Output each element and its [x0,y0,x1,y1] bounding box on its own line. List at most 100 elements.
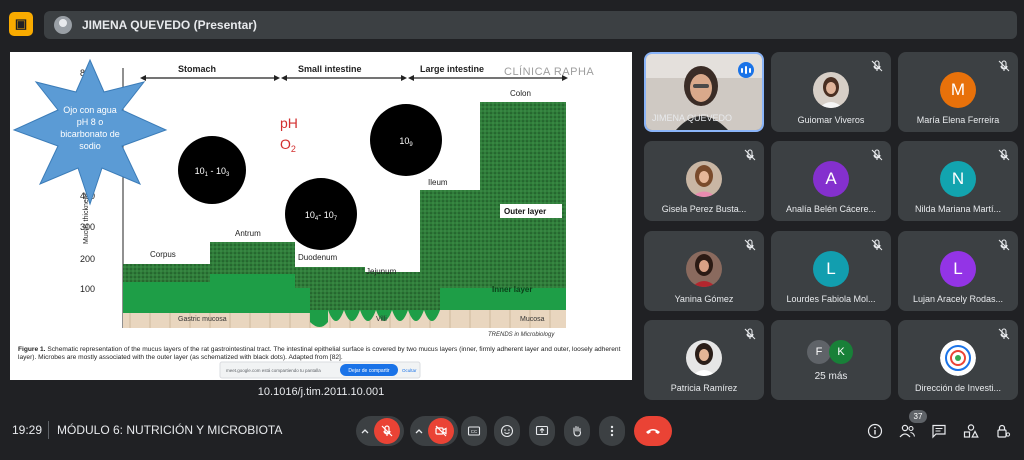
doi-label: 10.1016/j.tim.2011.10.001 [258,386,384,398]
lock-person-icon [997,424,1011,438]
participant-name: Analía Belén Cácere... [785,204,877,214]
speaking-icon [738,62,754,78]
mic-off-icon [998,239,1010,251]
presenter-label: JIMENA QUEVEDO (Presentar) [82,18,257,32]
region-colon: Colon [510,89,531,98]
people-button[interactable] [896,420,918,442]
participant-tile[interactable]: A Analía Belén Cácere... [771,141,891,221]
presenter-avatar [54,16,72,34]
section-large-intestine: Large intestine [420,64,484,74]
more-vert-icon [610,425,614,437]
avatar: A [813,161,849,197]
meeting-title: MÓDULO 6: NUTRICIÓN Y MICROBIOTA [57,423,283,437]
participant-name: Gisela Perez Busta... [661,204,747,214]
shared-screen: 800 400 300 200 100 Mucus thickness Stom… [10,52,632,402]
region-corpus: Corpus [150,250,176,259]
svg-text:CC: CC [471,429,478,434]
avatar: L [813,251,849,287]
raise-hand-button[interactable] [564,416,590,446]
section-stomach: Stomach [178,64,216,74]
more-options-button[interactable] [599,416,625,446]
share-notice-text: meet.google.com está compartiendo tu pan… [226,368,321,373]
o2-label: O2 [280,136,296,154]
participant-grid: JIMENA QUEVEDO Guiomar Viveros M María E… [643,52,1019,402]
starburst-line-4: sodio [79,141,101,151]
participant-tile[interactable]: Yanina Gómez [644,231,764,311]
participant-name: Dirección de Investi... [914,383,1002,393]
shapes-icon [963,424,979,438]
divider [48,421,49,439]
tick-100: 100 [80,284,95,294]
chat-button[interactable] [928,420,950,442]
avatar: K [829,340,853,364]
mic-off-icon [998,60,1010,72]
institution-logo [940,340,976,376]
hide-notice-link[interactable]: Ocultar [402,368,417,373]
presentation-icon[interactable]: ▣ [9,12,33,36]
chevron-up-icon[interactable] [360,426,370,436]
hang-up-icon [646,429,660,434]
large-arrow-left [408,75,414,81]
captions-button[interactable]: CC [461,416,487,446]
ph-label: pH [280,115,298,131]
mic-off-icon [998,149,1010,161]
mic-off-icon [871,239,883,251]
reactions-button[interactable] [494,416,520,446]
participant-tile[interactable]: L Lujan Aracely Rodas... [898,231,1018,311]
villi-label: Villi [376,316,387,323]
participant-tile[interactable]: Dirección de Investi... [898,320,1018,400]
participant-name: María Elena Ferreira [916,115,1000,125]
avatar [813,72,849,108]
participant-tile[interactable]: M María Elena Ferreira [898,52,1018,132]
present-screen-button[interactable] [529,416,555,446]
chevron-up-icon[interactable] [414,426,424,436]
participant-tile[interactable]: Guiomar Viveros [771,52,891,132]
starburst-line-1: Ojo con agua [63,105,117,115]
hand-icon [573,425,582,437]
mucus-layer-diagram: 800 400 300 200 100 Mucus thickness Stom… [10,58,632,402]
mic-off-icon [744,149,756,161]
participant-tile[interactable]: JIMENA QUEVEDO [644,52,764,132]
presenter-banner[interactable]: JIMENA QUEVEDO (Presentar) [44,11,1017,39]
stop-sharing-label: Dejar de compartir [348,368,389,374]
participant-tile[interactable]: N Nilda Mariana Martí... [898,141,1018,221]
participant-name: Guiomar Viveros [797,115,865,125]
top-bar: ▣ JIMENA QUEVEDO (Presentar) [0,0,1024,50]
meeting-info-button[interactable] [864,420,886,442]
gastric-mucosa-label: Gastric mucosa [178,316,227,323]
region-antrum: Antrum [235,229,261,238]
host-controls-button[interactable] [992,420,1014,442]
people-icon [899,424,916,438]
more-participants-tile[interactable]: F K 25 más [771,320,891,400]
mic-off-icon [744,239,756,251]
participant-name: Lourdes Fabiola Mol... [786,294,876,304]
leave-call-button[interactable] [634,416,672,446]
region-ileum: Ileum [428,178,448,187]
participant-tile[interactable]: L Lourdes Fabiola Mol... [771,231,891,311]
camera-toggle-button[interactable] [428,418,454,444]
more-avatars: F K [807,340,855,364]
mic-off-icon [998,328,1010,340]
mic-control [356,416,404,446]
outer-layer-label: Outer layer [504,207,546,216]
mucosa-label: Mucosa [520,316,545,323]
participant-name: Nilda Mariana Martí... [914,204,1002,214]
participant-tile[interactable]: Gisela Perez Busta... [644,141,764,221]
more-participants-label: 25 más [814,371,848,382]
captions-icon: CC [467,426,481,436]
small-arrow-right [401,75,407,81]
mic-off-icon [381,425,393,437]
participant-name: Patricia Ramírez [670,383,738,393]
emoji-icon [500,424,514,438]
mic-toggle-button[interactable] [374,418,400,444]
tick-200: 200 [80,254,95,264]
camera-off-icon [435,425,447,437]
caption-text: Schematic representation of the mucus la… [18,346,621,361]
stomach-arrow-left [140,75,146,81]
avatar [686,340,722,376]
small-arrow-left [281,75,287,81]
clock: 19:29 [12,423,43,437]
participant-tile[interactable]: Patricia Ramírez [644,320,764,400]
present-icon [535,425,549,436]
activities-button[interactable] [960,420,982,442]
